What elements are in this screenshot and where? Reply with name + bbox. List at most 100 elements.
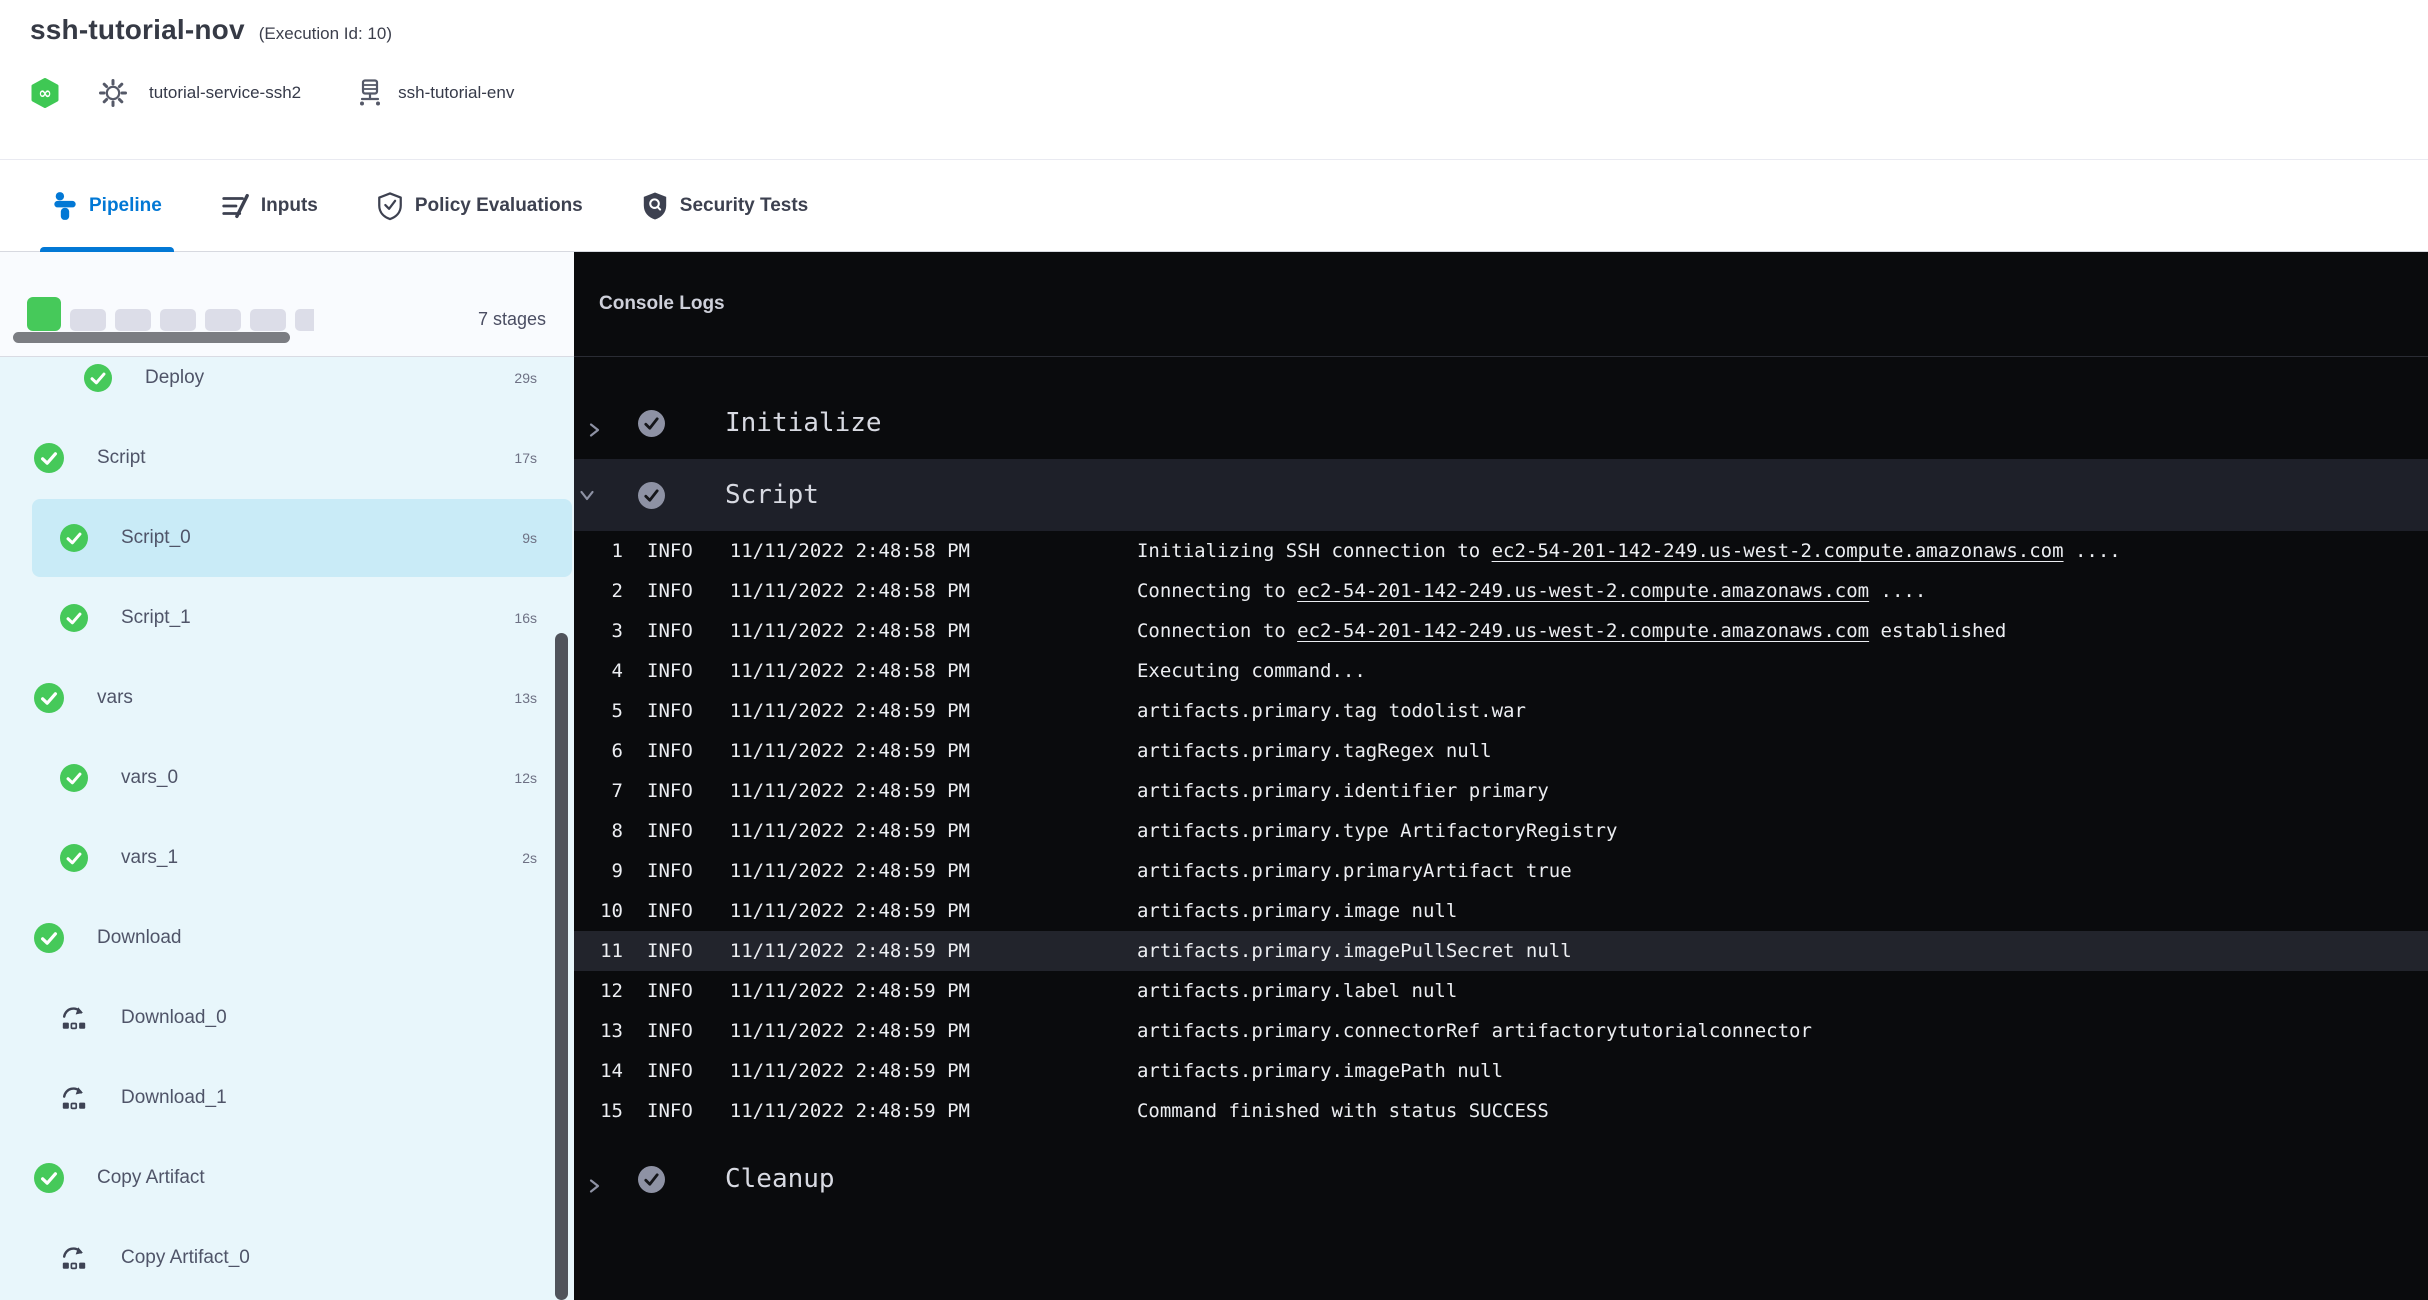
log-line[interactable]: 11 INFO 11/11/2022 2:48:59 PM artifacts.… (574, 931, 2428, 971)
log-line-number[interactable]: 12 (574, 980, 623, 1002)
log-line-number[interactable]: 9 (574, 860, 623, 882)
success-check-icon (34, 443, 64, 473)
log-message: Connecting to ec2-54-201-142-249.us-west… (1137, 580, 1926, 602)
log-timestamp: 11/11/2022 2:48:59 PM (730, 1020, 970, 1042)
stage-row[interactable]: Script_0 9s (0, 498, 574, 578)
log-section-label: Initialize (725, 408, 882, 438)
stage-square-pending[interactable] (160, 309, 196, 331)
tab-policy-evaluations[interactable]: Policy Evaluations (364, 160, 595, 251)
log-line-number[interactable]: 5 (574, 700, 623, 722)
log-message: artifacts.primary.image null (1137, 900, 1457, 922)
stage-row[interactable]: Download_1 (0, 1058, 574, 1138)
stage-row[interactable]: vars 13s (0, 658, 574, 738)
log-level: INFO (647, 860, 693, 882)
stage-square-pending[interactable] (295, 309, 314, 331)
stage-square-pending[interactable] (250, 309, 286, 331)
success-check-icon (34, 1163, 64, 1193)
log-line[interactable]: 1 INFO 11/11/2022 2:48:58 PM Initializin… (574, 531, 2428, 571)
log-section-row[interactable]: Initialize (574, 387, 2428, 459)
stages-sidebar: 7 stages Deploy 29s Script 17s Script_0 … (0, 252, 574, 1300)
chevron-right-icon[interactable] (586, 422, 602, 438)
log-line-number[interactable]: 7 (574, 780, 623, 802)
log-line-number[interactable]: 2 (574, 580, 623, 602)
stage-duration: 16s (514, 610, 537, 626)
log-message: artifacts.primary.tag todolist.war (1137, 700, 1526, 722)
sidebar-scrollbar[interactable] (555, 633, 568, 1300)
chevron-down-icon[interactable] (579, 487, 595, 503)
log-line-number[interactable]: 3 (574, 620, 623, 642)
log-line[interactable]: 13 INFO 11/11/2022 2:48:59 PM artifacts.… (574, 1011, 2428, 1051)
log-section-row[interactable]: Cleanup (574, 1143, 2428, 1215)
stage-label: Script_0 (121, 527, 191, 549)
log-level: INFO (647, 1100, 693, 1122)
stage-row[interactable]: Download (0, 898, 574, 978)
tab-label: Pipeline (89, 195, 162, 217)
environment-icon (357, 79, 383, 107)
log-message: artifacts.primary.connectorRef artifacto… (1137, 1020, 1812, 1042)
log-line-number[interactable]: 8 (574, 820, 623, 842)
log-line[interactable]: 9 INFO 11/11/2022 2:48:59 PM artifacts.p… (574, 851, 2428, 891)
log-line[interactable]: 4 INFO 11/11/2022 2:48:58 PM Executing c… (574, 651, 2428, 691)
stage-duration: 2s (522, 850, 537, 866)
security-shield-icon (641, 191, 669, 221)
log-timestamp: 11/11/2022 2:48:59 PM (730, 940, 970, 962)
log-line-number[interactable]: 1 (574, 540, 623, 562)
execution-tabbar: Pipeline Inputs Policy Evaluations (0, 160, 2428, 252)
log-line-number[interactable]: 4 (574, 660, 623, 682)
stage-row[interactable]: Download_0 (0, 978, 574, 1058)
log-host-link[interactable]: ec2-54-201-142-249.us-west-2.compute.ama… (1297, 580, 1869, 602)
success-check-icon (84, 364, 112, 392)
log-line-number[interactable]: 10 (574, 900, 623, 922)
environment-name: ssh-tutorial-env (398, 83, 514, 103)
log-host-link[interactable]: ec2-54-201-142-249.us-west-2.compute.ama… (1492, 540, 2064, 562)
log-host-link[interactable]: ec2-54-201-142-249.us-west-2.compute.ama… (1297, 620, 1869, 642)
log-line[interactable]: 5 INFO 11/11/2022 2:48:59 PM artifacts.p… (574, 691, 2428, 731)
chevron-icon[interactable] (586, 415, 602, 431)
log-line[interactable]: 3 INFO 11/11/2022 2:48:58 PM Connection … (574, 611, 2428, 651)
stage-progress-strip[interactable] (27, 296, 314, 331)
stage-row[interactable]: Copy Artifact (0, 1138, 574, 1218)
log-line-number[interactable]: 14 (574, 1060, 623, 1082)
tab-label: Security Tests (680, 195, 808, 217)
stage-square-complete[interactable] (27, 297, 61, 331)
service-gear-icon (98, 78, 128, 108)
log-line-number[interactable]: 15 (574, 1100, 623, 1122)
stage-row[interactable]: vars_0 12s (0, 738, 574, 818)
tab-security-tests[interactable]: Security Tests (629, 160, 820, 251)
success-check-icon (60, 844, 88, 872)
stage-progress-scrollbar[interactable] (13, 332, 290, 343)
log-line[interactable]: 10 INFO 11/11/2022 2:48:59 PM artifacts.… (574, 891, 2428, 931)
stage-row[interactable]: Copy Artifact_0 (0, 1218, 574, 1298)
log-line[interactable]: 2 INFO 11/11/2022 2:48:58 PM Connecting … (574, 571, 2428, 611)
log-line[interactable]: 7 INFO 11/11/2022 2:48:59 PM artifacts.p… (574, 771, 2428, 811)
log-message: Connection to ec2-54-201-142-249.us-west… (1137, 620, 2006, 642)
stage-label: vars_1 (121, 847, 178, 869)
stage-label: Copy Artifact_0 (121, 1247, 250, 1269)
chevron-right-icon[interactable] (586, 1178, 602, 1194)
log-line[interactable]: 12 INFO 11/11/2022 2:48:59 PM artifacts.… (574, 971, 2428, 1011)
log-line-number[interactable]: 11 (574, 940, 623, 962)
tab-inputs[interactable]: Inputs (208, 160, 330, 251)
log-line[interactable]: 8 INFO 11/11/2022 2:48:59 PM artifacts.p… (574, 811, 2428, 851)
stage-row[interactable]: Script 17s (0, 418, 574, 498)
stage-square-pending[interactable] (115, 309, 151, 331)
page-title: ssh-tutorial-nov (30, 14, 245, 46)
stage-row[interactable]: vars_1 2s (0, 818, 574, 898)
stage-row[interactable]: Script_1 16s (0, 578, 574, 658)
log-line-number[interactable]: 6 (574, 740, 623, 762)
log-section-label: Cleanup (725, 1164, 835, 1194)
stage-duration: 9s (522, 530, 537, 546)
stage-square-pending[interactable] (70, 309, 106, 331)
log-timestamp: 11/11/2022 2:48:59 PM (730, 980, 970, 1002)
log-line-number[interactable]: 13 (574, 1020, 623, 1042)
log-section-row[interactable]: Script (574, 459, 2428, 531)
stage-square-pending[interactable] (205, 309, 241, 331)
execution-header: ssh-tutorial-nov (Execution Id: 10) ∞ (0, 0, 2428, 160)
log-line[interactable]: 14 INFO 11/11/2022 2:48:59 PM artifacts.… (574, 1051, 2428, 1091)
tab-label: Inputs (261, 195, 318, 217)
log-line[interactable]: 15 INFO 11/11/2022 2:48:59 PM Command fi… (574, 1091, 2428, 1131)
chevron-icon[interactable] (586, 1171, 602, 1187)
log-line[interactable]: 6 INFO 11/11/2022 2:48:59 PM artifacts.p… (574, 731, 2428, 771)
tab-pipeline[interactable]: Pipeline (40, 160, 174, 251)
chevron-icon[interactable] (586, 487, 602, 503)
